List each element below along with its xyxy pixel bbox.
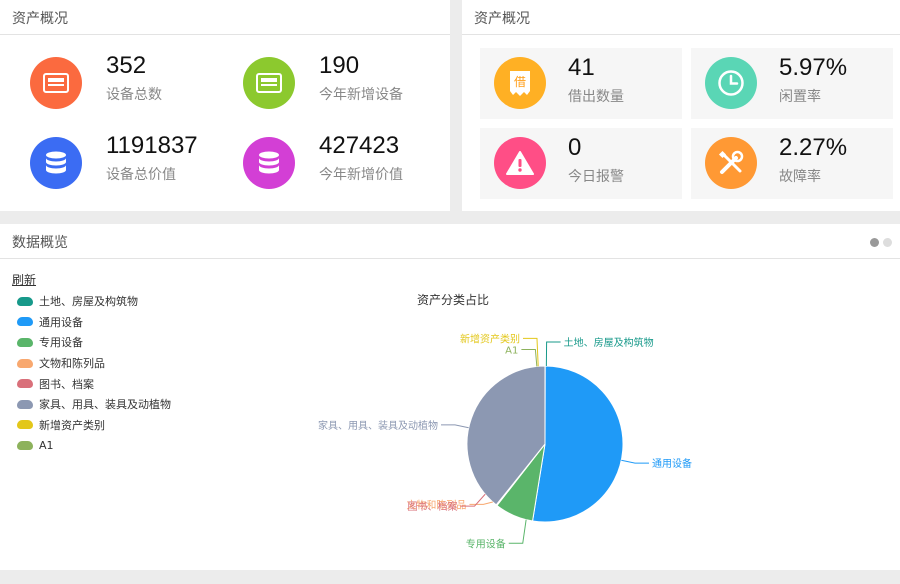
pie-label-5: 家具、用具、装具及动植物 (318, 419, 438, 432)
pie-label-line-2 (508, 519, 527, 544)
warning-icon (494, 137, 546, 189)
card-fault-rate: 2.27% 故障率 (691, 128, 893, 199)
divider (0, 34, 450, 35)
card-value: 0 (568, 134, 582, 161)
panel-title: 资产概况 (474, 11, 530, 27)
pie-label-line-7 (521, 349, 538, 367)
borrow-tag-icon: 借 (494, 57, 546, 109)
card-label: 借出数量 (568, 89, 624, 105)
card-value: 41 (568, 54, 595, 81)
device-box-icon (30, 57, 82, 109)
card-today-alarm: 0 今日报警 (480, 128, 682, 199)
card-label: 今日报警 (568, 169, 624, 185)
stat-label: 设备总数 (106, 87, 162, 103)
pie-label-0: 土地、房屋及构筑物 (564, 336, 654, 349)
pie-label-1: 通用设备 (652, 457, 692, 470)
stat-new-devices: 190 今年新增设备 (243, 52, 453, 114)
asset-overview-panel: 资产概况 352 设备总数 190 今年新增设备 1191837 设备总价值 4… (0, 0, 450, 211)
divider (462, 34, 900, 35)
card-value: 2.27% (779, 134, 848, 161)
pie-label-line-3 (469, 501, 493, 505)
card-label: 闲置率 (779, 89, 821, 105)
pie-label-line-0 (545, 341, 561, 367)
stat-new-value: 427423 今年新增价值 (243, 132, 453, 194)
stat-value: 427423 (319, 132, 400, 159)
card-borrowed: 借 41 借出数量 (480, 48, 682, 119)
database-icon (243, 137, 295, 189)
pie-chart: 土地、房屋及构筑物通用设备专用设备文物和陈列品图书、档案家具、用具、装具及动植物… (318, 332, 692, 550)
pie-label-2: 专用设备 (466, 537, 506, 550)
pie-label-7: A1 (505, 346, 518, 357)
stat-value: 1191837 (106, 132, 198, 159)
database-icon (30, 137, 82, 189)
data-overview-panel: 数据概览 刷新 土地、房屋及构筑物 通用设备 专用设备 文物和陈列品 图书、档案… (0, 224, 900, 570)
pie-label-6: 新增资产类别 (460, 332, 520, 345)
pie-label-line-5 (441, 424, 469, 429)
card-value: 5.97% (779, 54, 848, 81)
pie-slice-1[interactable] (531, 365, 624, 523)
card-idle-rate: 5.97% 闲置率 (691, 48, 893, 119)
stat-value: 352 (106, 52, 147, 79)
stat-device-total: 352 设备总数 (30, 52, 240, 114)
tools-icon (705, 137, 757, 189)
stat-label: 今年新增价值 (319, 167, 403, 183)
pie-label-line-1 (621, 459, 649, 464)
stat-label: 设备总价值 (106, 167, 176, 183)
pie-label-4: 图书、档案 (408, 500, 458, 513)
stat-total-value: 1191837 设备总价值 (30, 132, 240, 194)
stat-label: 今年新增设备 (319, 87, 403, 103)
asset-overview-panel-right: 资产概况 借 41 借出数量 5.97% 闲置率 0 今日报警 2.27% 故障… (462, 0, 900, 211)
svg-text:借: 借 (514, 75, 526, 89)
stat-value: 190 (319, 52, 360, 79)
panel-title: 资产概况 (12, 11, 68, 27)
device-box-icon (243, 57, 295, 109)
card-label: 故障率 (779, 169, 821, 185)
clock-icon (705, 57, 757, 109)
